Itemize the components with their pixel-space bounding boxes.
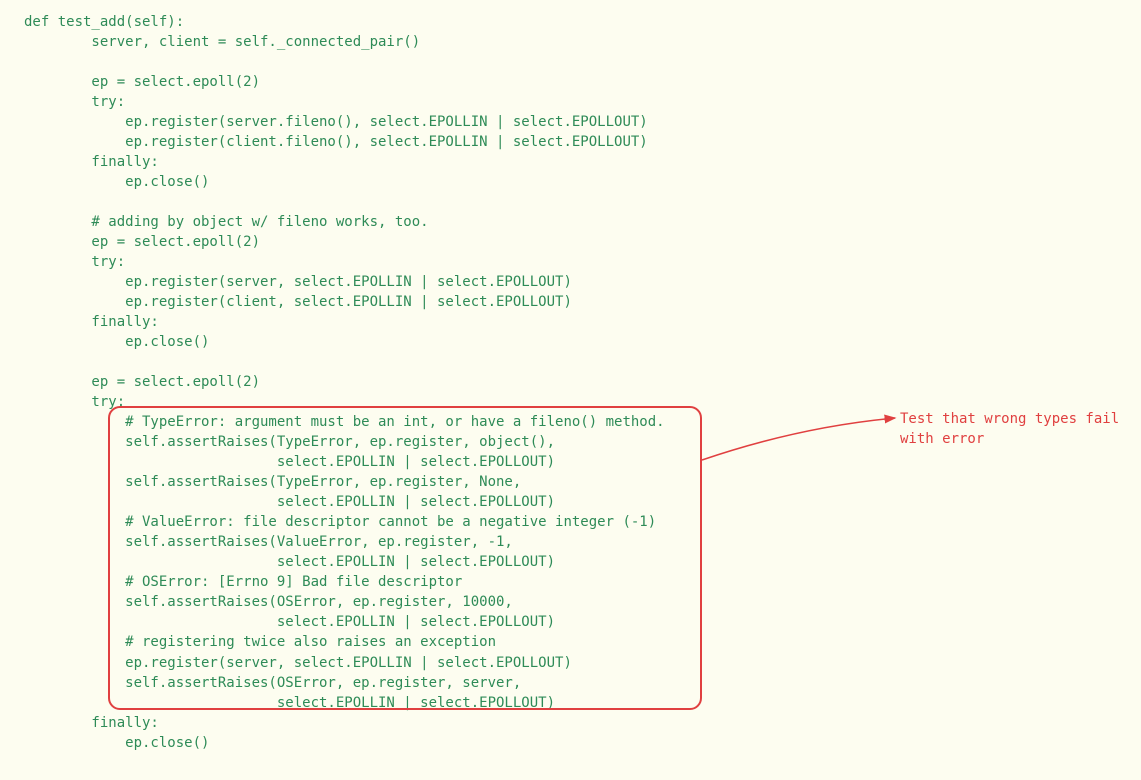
code-line: self.assertRaises(OSError, ep.register, … xyxy=(24,673,1117,693)
code-line: ep.register(server, select.EPOLLIN | sel… xyxy=(24,653,1117,673)
code-line xyxy=(24,192,1117,212)
code-line: try: xyxy=(24,252,1117,272)
code-line: self.assertRaises(OSError, ep.register, … xyxy=(24,592,1117,612)
code-line: ep.register(server, select.EPOLLIN | sel… xyxy=(24,272,1117,292)
code-line: ep.close() xyxy=(24,332,1117,352)
code-line xyxy=(24,352,1117,372)
code-line: select.EPOLLIN | select.EPOLLOUT) xyxy=(24,452,1117,472)
code-line: server, client = self._connected_pair() xyxy=(24,32,1117,52)
code-line: finally: xyxy=(24,312,1117,332)
code-line: # adding by object w/ fileno works, too. xyxy=(24,212,1117,232)
code-line: ep = select.epoll(2) xyxy=(24,232,1117,252)
code-line xyxy=(24,52,1117,72)
code-line: ep.close() xyxy=(24,733,1117,753)
code-line: select.EPOLLIN | select.EPOLLOUT) xyxy=(24,552,1117,572)
code-line: select.EPOLLIN | select.EPOLLOUT) xyxy=(24,492,1117,512)
code-line: select.EPOLLIN | select.EPOLLOUT) xyxy=(24,693,1117,713)
code-line: # OSError: [Errno 9] Bad file descriptor xyxy=(24,572,1117,592)
code-line: try: xyxy=(24,92,1117,112)
code-line: finally: xyxy=(24,713,1117,733)
code-line: ep.close() xyxy=(24,172,1117,192)
code-line: ep = select.epoll(2) xyxy=(24,72,1117,92)
code-line: ep.register(server.fileno(), select.EPOL… xyxy=(24,112,1117,132)
code-line: select.EPOLLIN | select.EPOLLOUT) xyxy=(24,612,1117,632)
code-line: ep = select.epoll(2) xyxy=(24,372,1117,392)
annotation-label: Test that wrong types fail with error xyxy=(900,410,1119,449)
code-block: def test_add(self): server, client = sel… xyxy=(24,12,1117,753)
code-line: # registering twice also raises an excep… xyxy=(24,632,1117,652)
code-line: # ValueError: file descriptor cannot be … xyxy=(24,512,1117,532)
code-line: def test_add(self): xyxy=(24,12,1117,32)
code-line: finally: xyxy=(24,152,1117,172)
code-line: self.assertRaises(TypeError, ep.register… xyxy=(24,472,1117,492)
code-line: ep.register(client, select.EPOLLIN | sel… xyxy=(24,292,1117,312)
code-line: self.assertRaises(ValueError, ep.registe… xyxy=(24,532,1117,552)
code-line: ep.register(client.fileno(), select.EPOL… xyxy=(24,132,1117,152)
